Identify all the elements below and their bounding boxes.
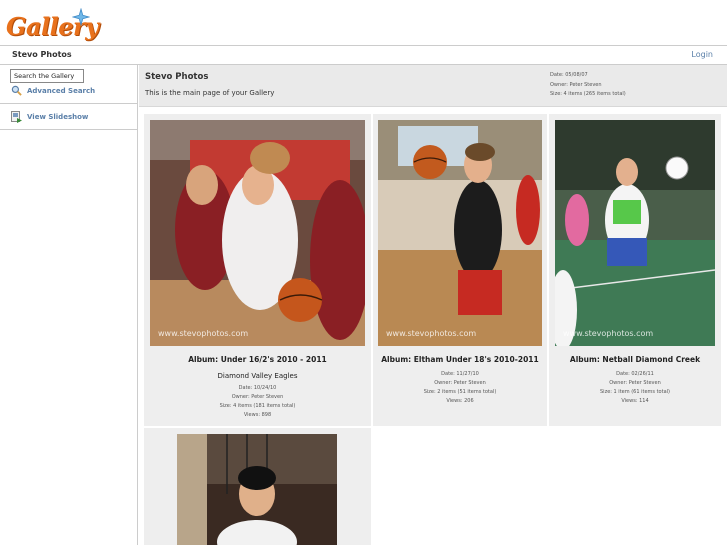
album-card-title[interactable]: Album: Eltham Under 18's 2010-2011 [373, 355, 547, 364]
album-size: Size: 4 items (265 items total) [550, 91, 626, 97]
portrait-photo [177, 434, 337, 545]
watermark: www.stevophotos.com [563, 329, 654, 338]
view-slideshow-label: View Slideshow [27, 113, 89, 121]
view-slideshow-link[interactable]: View Slideshow [11, 111, 88, 123]
album-card-meta: Date: 02/26/11 Owner: Peter Steven Size:… [549, 370, 721, 406]
album-card-owner: Owner: Peter Steven [434, 380, 486, 386]
album-card-date: Date: 11/27/10 [441, 371, 479, 377]
album-card-size: Size: 4 items (181 items total) [219, 403, 296, 409]
magnifier-icon [11, 85, 22, 96]
album-card-views: Views: 206 [446, 398, 474, 404]
sidebar-divider [0, 129, 138, 130]
sidebar: Advanced Search View Slideshow [0, 65, 138, 545]
album-card-size: Size: 1 item (61 items total) [600, 389, 670, 395]
album-description: This is the main page of your Gallery [145, 89, 275, 97]
breadcrumb[interactable]: Stevo Photos [12, 50, 72, 59]
album-card-date: Date: 10/24/10 [238, 385, 277, 391]
slideshow-icon [11, 111, 22, 123]
album-card-meta: Date: 11/27/10 Owner: Peter Steven Size:… [373, 370, 547, 406]
login-link[interactable]: Login [691, 50, 713, 59]
album-card-owner: Owner: Peter Steven [231, 394, 284, 400]
album-date: Date: 05/08/07 [550, 72, 588, 78]
album-card-title[interactable]: Album: Under 16/2's 2010 - 2011 [144, 355, 371, 364]
album-card-size: Size: 2 items (51 items total) [423, 389, 497, 395]
netball-photo [555, 120, 715, 346]
album-meta: Date: 05/08/07 Owner: Peter Steven Size:… [550, 71, 626, 100]
basketball-photo [378, 120, 542, 346]
gallery-logo[interactable]: Gallery [6, 8, 99, 44]
album-card-owner: Owner: Peter Steven [609, 380, 661, 386]
album-card-subtitle: Diamond Valley Eagles [217, 372, 298, 380]
advanced-search-link[interactable]: Advanced Search [11, 85, 95, 96]
album-owner: Owner: Peter Steven [550, 81, 602, 88]
album-card [144, 428, 371, 545]
album-header: Stevo Photos This is the main page of yo… [139, 65, 727, 107]
album-card-date: Date: 02/26/11 [616, 371, 654, 377]
album-card-views: Views: 114 [621, 398, 649, 404]
album-card-title[interactable]: Album: Netball Diamond Creek [549, 355, 721, 364]
basketball-photo [150, 120, 365, 346]
top-bar: Stevo Photos Login [0, 45, 727, 65]
album-card-meta: Date: 10/24/10 Owner: Peter Steven Size:… [144, 384, 371, 420]
watermark: www.stevophotos.com [158, 329, 249, 338]
album-card: www.stevophotos.com Album: Under 16/2's … [144, 114, 371, 426]
sparkle-icon [72, 8, 90, 26]
search-input[interactable] [10, 69, 84, 83]
album-card: www.stevophotos.com Album: Netball Diamo… [549, 114, 721, 426]
album-title: Stevo Photos [145, 72, 209, 82]
album-card-views: Views: 898 [243, 412, 272, 418]
album-thumbnail[interactable]: www.stevophotos.com [150, 120, 365, 346]
advanced-search-label: Advanced Search [27, 86, 96, 95]
album-thumbnail[interactable] [177, 434, 337, 545]
album-thumbnail[interactable]: www.stevophotos.com [555, 120, 715, 346]
album-card: www.stevophotos.com Album: Eltham Under … [373, 114, 547, 426]
album-thumbnail[interactable]: www.stevophotos.com [378, 120, 542, 346]
watermark: www.stevophotos.com [386, 329, 477, 338]
sidebar-divider [0, 103, 138, 104]
